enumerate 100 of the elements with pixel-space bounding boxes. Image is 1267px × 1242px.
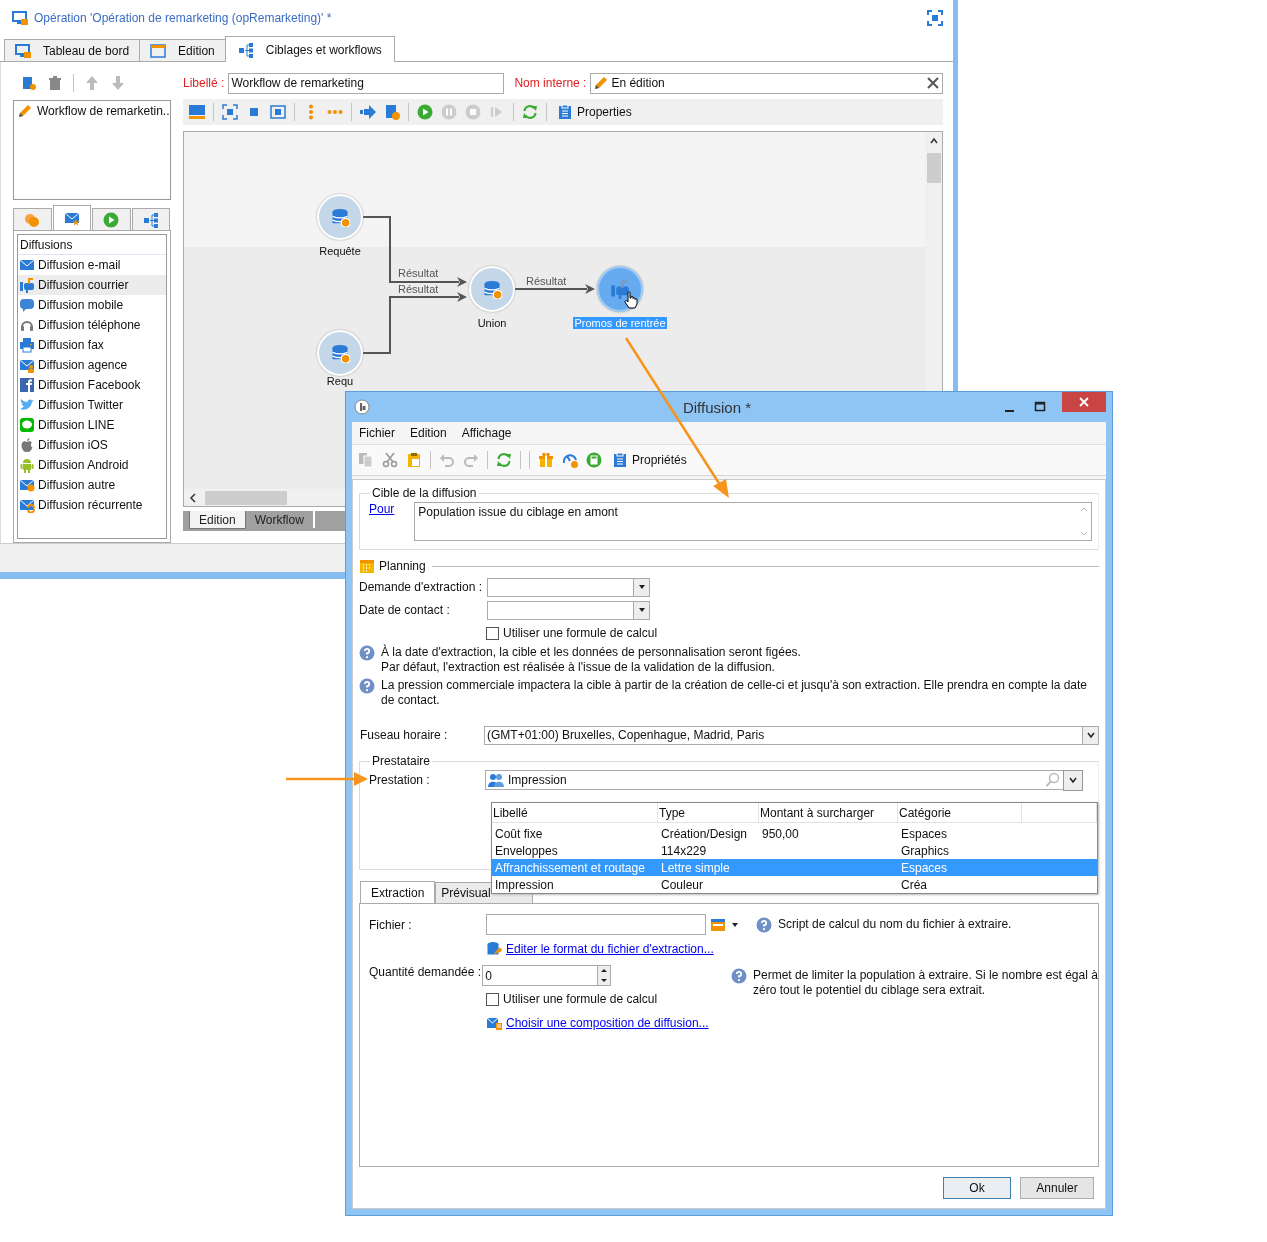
- checkbox[interactable]: [486, 992, 499, 1006]
- tab[interactable]: Edition: [189, 511, 246, 530]
- monitor-icon: [12, 9, 28, 26]
- palette-item[interactable]: Diffusion Android: [18, 455, 166, 476]
- layout-icon[interactable]: [189, 104, 205, 121]
- palette-item[interactable]: Diffusion courrier: [18, 275, 166, 296]
- query-node[interactable]: [317, 330, 363, 377]
- palette-item[interactable]: Diffusion mobile: [18, 295, 166, 316]
- gift-icon[interactable]: [538, 452, 554, 468]
- frame-icon[interactable]: [270, 104, 286, 121]
- palette-item[interactable]: Diffusion fax: [18, 335, 166, 356]
- table-cell-text: 114x229: [660, 842, 708, 859]
- query-node[interactable]: [317, 194, 363, 241]
- table-cell-text: Lettre simple: [660, 859, 731, 876]
- palette-item[interactable]: Diffusion récurrente: [18, 495, 166, 516]
- quantity-field[interactable]: 0: [482, 965, 611, 986]
- group-title: Cible de la diffusion: [371, 486, 478, 500]
- down-arrow-icon[interactable]: [110, 75, 126, 92]
- date-dropdown[interactable]: [487, 577, 650, 597]
- service-dropdown[interactable]: Impression: [485, 770, 1083, 790]
- internal-name-field[interactable]: En édition: [590, 72, 943, 94]
- checkbox[interactable]: [486, 626, 499, 640]
- dialog-button[interactable]: Annuler: [1020, 1176, 1094, 1199]
- tab[interactable]: Ciblages et workflows: [224, 36, 395, 63]
- tab[interactable]: Extraction: [360, 881, 436, 904]
- file-field[interactable]: [486, 914, 706, 935]
- close-icon[interactable]: [926, 76, 940, 91]
- scroll-down-icon[interactable]: [1079, 530, 1089, 538]
- column-header[interactable]: Montant à surcharger: [759, 803, 898, 822]
- dialog-button[interactable]: Ok: [943, 1176, 1011, 1199]
- scroll-thumb[interactable]: [926, 153, 941, 184]
- refresh-icon[interactable]: [496, 452, 512, 468]
- caret-icon: [1085, 730, 1096, 740]
- clipboard-icon: [557, 104, 573, 121]
- tab[interactable]: Tableau de bord: [4, 39, 141, 62]
- help-text: Permet de limiter la population à extraire. Si le nombre est égal à zéro tout le potentiel du ciblage sera extrait.: [753, 968, 1098, 998]
- properties-button[interactable]: Propriétés: [610, 452, 689, 468]
- calculator-icon[interactable]: [586, 452, 602, 468]
- scissors-icon[interactable]: [382, 452, 398, 468]
- field-label: Fuseau horaire :: [359, 728, 449, 742]
- arrow-right-icon[interactable]: [360, 104, 376, 121]
- label-field[interactable]: Workflow de remarketing: [228, 72, 505, 94]
- workflow-item[interactable]: Workflow de remarketin..: [17, 103, 167, 120]
- composition-link[interactable]: Choisir une composition de diffusion...: [506, 1016, 709, 1030]
- palette-item[interactable]: Diffusion e-mail: [18, 255, 166, 276]
- palette-item[interactable]: Diffusion agence: [18, 355, 166, 376]
- refresh-icon[interactable]: [522, 104, 538, 121]
- table-cell-text: 950,00: [761, 825, 800, 842]
- menu-item[interactable]: Fichier: [359, 426, 395, 440]
- list-row[interactable]: Coût fixe Création/Design 950,00 Espaces: [492, 825, 1097, 842]
- palette-tab[interactable]: [13, 208, 52, 231]
- properties-button[interactable]: Properties: [555, 104, 634, 121]
- table-cell-text: Espaces: [900, 859, 949, 876]
- fit-icon[interactable]: [222, 104, 238, 121]
- play-icon[interactable]: [417, 104, 433, 121]
- gauge-icon[interactable]: [562, 452, 578, 468]
- palette-tab[interactable]: [131, 208, 170, 231]
- column-header[interactable]: Type: [658, 803, 759, 822]
- recipient-link[interactable]: Pour: [369, 502, 395, 541]
- mailbox-icon: [610, 279, 630, 300]
- format-link[interactable]: Editer le format du fichier d'extraction...: [506, 942, 714, 956]
- window-title: Opération 'Opération de remarketing (opRemarketing)' *: [34, 10, 333, 25]
- column-header[interactable]: Catégorie: [898, 803, 1022, 822]
- palette-item[interactable]: Diffusion Twitter: [18, 395, 166, 416]
- help-text: À la date d'extraction, la cible et les données de personnalisation seront figées.: [381, 645, 802, 660]
- palette-item[interactable]: Diffusion Facebook: [18, 375, 166, 396]
- palette-item[interactable]: Diffusion iOS: [18, 435, 166, 456]
- union-node[interactable]: [469, 266, 515, 313]
- database-icon: [330, 343, 350, 364]
- document-icon[interactable]: [384, 104, 400, 121]
- palette-tab[interactable]: [92, 208, 131, 231]
- scroll-left-icon[interactable]: [188, 491, 198, 504]
- up-arrow-icon[interactable]: [84, 75, 100, 92]
- file-format-icon[interactable]: [710, 916, 726, 933]
- play-icon: [103, 211, 120, 228]
- fullscreen-icon[interactable]: [927, 9, 943, 26]
- column-header[interactable]: Libellé: [492, 803, 658, 822]
- menu-item[interactable]: Edition: [410, 426, 447, 440]
- tab[interactable]: Edition: [139, 39, 226, 62]
- timezone-dropdown[interactable]: (GMT+01:00) Bruxelles, Copenhague, Madrid, Paris: [484, 725, 1099, 745]
- paste-icon[interactable]: [406, 452, 422, 468]
- scroll-thumb[interactable]: [205, 490, 287, 505]
- palette-item[interactable]: Diffusion LINE: [18, 415, 166, 436]
- field-label: Demande d'extraction :: [359, 580, 484, 594]
- tab[interactable]: Workflow: [245, 511, 315, 529]
- palette-tab[interactable]: [52, 205, 91, 231]
- menu-item[interactable]: Affichage: [461, 426, 512, 440]
- palette-item[interactable]: Diffusion autre: [18, 475, 166, 496]
- date-dropdown[interactable]: [487, 600, 650, 620]
- search-icon[interactable]: [1045, 772, 1061, 788]
- delivery-node[interactable]: [597, 266, 643, 313]
- target-field[interactable]: Population issue du ciblage en amont: [414, 502, 1092, 541]
- maximize-icon[interactable]: [1034, 401, 1046, 413]
- transition-label: Résultat: [526, 275, 567, 288]
- close-button[interactable]: [1062, 392, 1106, 412]
- new-workflow-icon[interactable]: [21, 75, 37, 92]
- list-row[interactable]: Enveloppes 114x229 Graphics: [492, 842, 1097, 859]
- palette-item[interactable]: Diffusion téléphone: [18, 315, 166, 336]
- help-text: Par défaut, l'extraction est réalisée à l'issue de la validation de la diffusion.: [381, 660, 776, 675]
- trash-icon[interactable]: [47, 75, 63, 92]
